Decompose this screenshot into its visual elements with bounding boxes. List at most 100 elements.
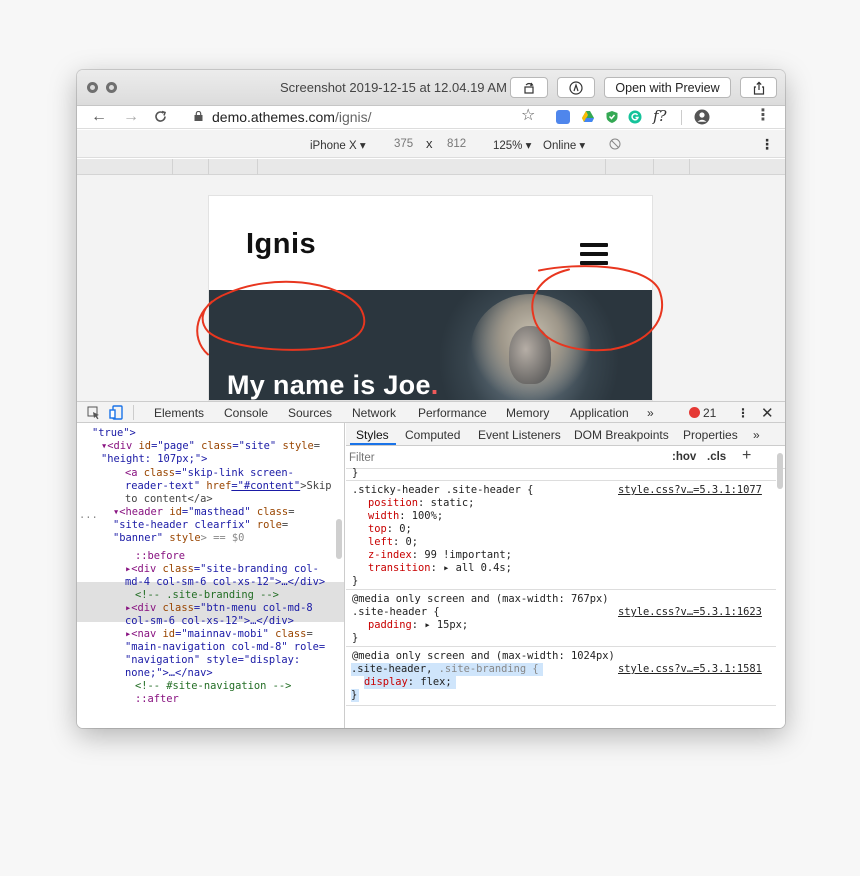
tab-overflow[interactable]: » bbox=[647, 406, 654, 420]
reload-icon[interactable] bbox=[153, 109, 168, 124]
inspect-element-icon[interactable] bbox=[87, 406, 101, 420]
css-source-link[interactable]: style.css?v…=5.3.1:1077 bbox=[618, 484, 762, 497]
dom-line[interactable]: ::after bbox=[135, 693, 179, 706]
back-arrow-icon[interactable]: ← bbox=[91, 108, 107, 126]
formula-extension-icon[interactable]: f? bbox=[653, 107, 667, 125]
tab-network[interactable]: Network bbox=[352, 406, 396, 420]
tab-performance[interactable]: Performance bbox=[418, 406, 487, 420]
chrome-menu-icon[interactable]: ⋮ bbox=[755, 107, 771, 125]
dom-line[interactable]: "main-navigation col-md-8" role= bbox=[125, 641, 325, 654]
close-devtools-icon[interactable]: ✕ bbox=[761, 404, 774, 422]
css-declaration[interactable]: position: static; bbox=[368, 497, 474, 510]
tab-sources[interactable]: Sources bbox=[288, 406, 332, 420]
styles-scrollbar[interactable] bbox=[777, 453, 783, 489]
window-title: Screenshot 2019-12-15 at 12.04.19 AM bbox=[280, 80, 507, 95]
share-button[interactable] bbox=[740, 77, 777, 98]
tab-elements[interactable]: Elements bbox=[154, 406, 204, 420]
error-icon bbox=[689, 407, 700, 418]
dom-line[interactable]: none;">…</nav> bbox=[125, 667, 213, 680]
translate-extension-icon[interactable] bbox=[556, 110, 570, 124]
profile-avatar-icon[interactable] bbox=[694, 109, 710, 125]
dom-line[interactable]: reader-text" href="#content">Skip bbox=[125, 480, 331, 493]
bookmark-star-icon[interactable]: ☆ bbox=[521, 107, 535, 125]
hero-photo-face bbox=[509, 326, 551, 384]
rule-separator bbox=[346, 646, 776, 647]
css-declaration[interactable]: z-index: 99 !important; bbox=[368, 549, 512, 562]
subtab-overflow[interactable]: » bbox=[753, 428, 760, 442]
forward-arrow-icon[interactable]: → bbox=[123, 108, 139, 126]
dom-line[interactable]: "navigation" style="display: bbox=[125, 654, 300, 667]
dom-line-header[interactable]: ▾<header id="masthead" class= bbox=[113, 506, 294, 519]
dom-line[interactable]: ▸<div class="site-branding col- bbox=[125, 563, 319, 576]
css-declaration[interactable]: padding: ▸ 15px; bbox=[368, 619, 468, 632]
rotate-button[interactable] bbox=[510, 77, 548, 98]
minimize-window-icon[interactable] bbox=[106, 82, 117, 93]
node-ellipsis[interactable]: ... bbox=[79, 509, 98, 522]
css-declaration[interactable]: top: 0; bbox=[368, 523, 412, 536]
subtab-computed[interactable]: Computed bbox=[405, 428, 460, 442]
rule-separator bbox=[346, 480, 776, 481]
class-toggle[interactable]: .cls bbox=[707, 451, 726, 463]
dom-line[interactable]: ::before bbox=[135, 550, 185, 563]
dom-line[interactable]: ▸<div class="btn-menu col-md-8 bbox=[125, 602, 313, 615]
css-declaration[interactable]: left: 0; bbox=[368, 536, 418, 549]
css-declaration[interactable]: transition: ▸ all 0.4s; bbox=[368, 562, 512, 575]
markup-button[interactable] bbox=[557, 77, 595, 98]
css-declaration[interactable]: width: 100%; bbox=[368, 510, 443, 523]
styles-panel: Styles Computed Event Listeners DOM Brea… bbox=[346, 423, 785, 728]
device-height-input[interactable]: 812 bbox=[447, 138, 466, 150]
rotate-device-icon[interactable] bbox=[609, 138, 621, 150]
tabbar-divider bbox=[133, 405, 134, 420]
toolbar-divider bbox=[681, 110, 682, 125]
close-window-icon[interactable] bbox=[87, 82, 98, 93]
hero-banner: My name is Joe. bbox=[209, 290, 652, 400]
styles-filter-input[interactable] bbox=[349, 449, 662, 466]
dom-line[interactable]: "site-header clearfix" role= bbox=[113, 519, 288, 532]
css-selector-highlighted[interactable]: .site-header, .site-branding { bbox=[351, 663, 543, 676]
devtools-device-menu-icon[interactable]: ⋮ bbox=[760, 136, 774, 153]
grammarly-extension-icon[interactable] bbox=[628, 110, 642, 124]
subtab-event-listeners[interactable]: Event Listeners bbox=[478, 428, 561, 442]
dom-line[interactable]: col-sm-6 col-xs-12">…</div> bbox=[125, 615, 294, 628]
zoom-select[interactable]: 125% ▾ bbox=[493, 138, 531, 152]
hero-title-text: My name is Joe bbox=[227, 370, 431, 400]
dom-line[interactable]: ▾<div id="page" class="site" style= bbox=[101, 440, 320, 453]
error-count[interactable]: 21 bbox=[703, 406, 716, 420]
dom-line[interactable]: "true"> bbox=[92, 427, 136, 440]
device-select[interactable]: iPhone X ▾ bbox=[310, 138, 366, 152]
device-toggle-icon[interactable] bbox=[109, 405, 123, 420]
hover-state-toggle[interactable]: :hov bbox=[672, 451, 696, 463]
site-logo[interactable]: Ignis bbox=[246, 228, 316, 261]
rule-separator bbox=[346, 705, 776, 706]
tab-console[interactable]: Console bbox=[224, 406, 268, 420]
drive-extension-icon[interactable] bbox=[581, 110, 595, 124]
subtab-styles[interactable]: Styles bbox=[356, 428, 389, 442]
dom-line[interactable]: <a class="skip-link screen- bbox=[125, 467, 294, 480]
devtools-menu-icon[interactable]: ⋮ bbox=[737, 406, 749, 420]
dom-line[interactable]: <!-- #site-navigation --> bbox=[135, 680, 291, 693]
tab-memory[interactable]: Memory bbox=[506, 406, 549, 420]
dom-line[interactable]: <!-- .site-branding --> bbox=[135, 589, 279, 602]
new-rule-button[interactable]: + bbox=[742, 447, 751, 465]
device-width-input[interactable]: 375 bbox=[394, 138, 413, 150]
css-source-link[interactable]: style.css?v…=5.3.1:1581 bbox=[618, 663, 762, 676]
dom-line[interactable]: md-4 col-sm-6 col-xs-12">…</div> bbox=[125, 576, 325, 589]
open-with-preview-button[interactable]: Open with Preview bbox=[604, 77, 731, 98]
address-bar[interactable]: demo.athemes.com/ignis/ bbox=[212, 109, 372, 125]
css-selector[interactable]: .sticky-header .site-header { bbox=[352, 484, 533, 497]
dom-line[interactable]: ▸<nav id="mainnav-mobi" class= bbox=[125, 628, 313, 641]
elements-scrollbar[interactable] bbox=[336, 519, 342, 559]
tab-application[interactable]: Application bbox=[570, 406, 629, 420]
dom-line[interactable]: "banner" style> == $0 bbox=[113, 532, 244, 545]
css-source-link[interactable]: style.css?v…=5.3.1:1623 bbox=[618, 606, 762, 619]
network-throttle-select[interactable]: Online ▾ bbox=[543, 138, 585, 152]
hamburger-menu-icon[interactable] bbox=[580, 243, 608, 267]
subtab-dom-breakpoints[interactable]: DOM Breakpoints bbox=[574, 428, 669, 442]
dom-line[interactable]: "height: 107px;"> bbox=[101, 453, 207, 466]
subtab-properties[interactable]: Properties bbox=[683, 428, 738, 442]
css-declaration-highlighted[interactable]: display: flex; bbox=[364, 676, 456, 689]
dom-line[interactable]: to content</a> bbox=[125, 493, 213, 506]
shield-extension-icon[interactable] bbox=[605, 110, 619, 124]
css-selector[interactable]: .site-header { bbox=[352, 606, 440, 619]
devtools-tabbar: Elements Console Sources Network Perform… bbox=[77, 401, 785, 423]
